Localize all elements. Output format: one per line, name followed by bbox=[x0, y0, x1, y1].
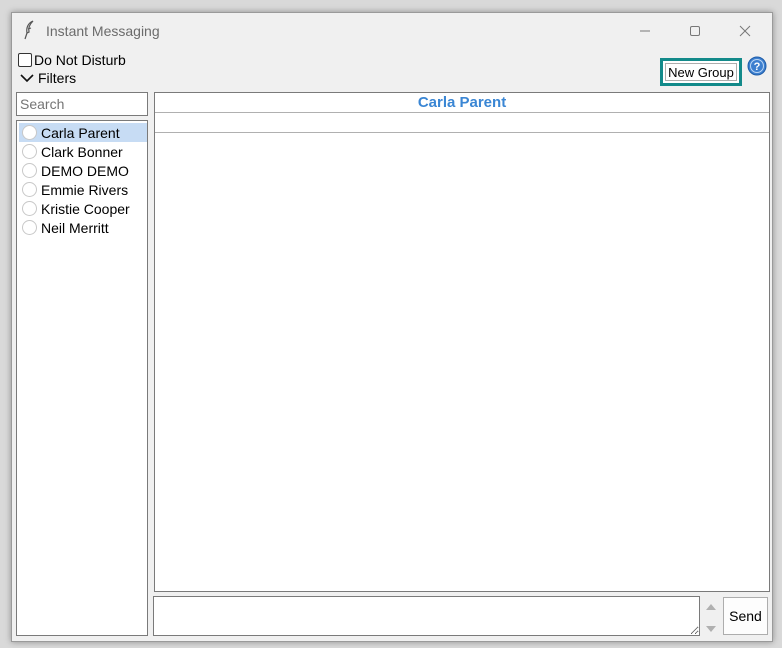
do-not-disturb-checkbox[interactable] bbox=[18, 53, 32, 67]
contact-item[interactable]: Neil Merritt bbox=[19, 218, 147, 237]
send-button[interactable]: Send bbox=[723, 597, 768, 635]
window-title: Instant Messaging bbox=[46, 23, 160, 39]
close-icon bbox=[739, 25, 751, 37]
new-group-button[interactable]: New Group bbox=[665, 63, 737, 81]
close-button[interactable] bbox=[720, 13, 770, 49]
status-icon bbox=[22, 182, 37, 197]
contact-item[interactable]: Clark Bonner bbox=[19, 142, 147, 161]
scroll-arrows[interactable] bbox=[702, 598, 720, 636]
filters-toggle[interactable]: Filters bbox=[20, 70, 76, 86]
app-feather-icon bbox=[24, 20, 34, 40]
maximize-icon bbox=[690, 26, 700, 36]
do-not-disturb-toggle[interactable]: Do Not Disturb bbox=[18, 52, 126, 68]
divider bbox=[155, 112, 769, 113]
chevron-down-icon bbox=[20, 74, 34, 83]
help-icon[interactable]: ? bbox=[747, 56, 767, 76]
scroll-down-icon bbox=[706, 626, 716, 632]
contact-name: Neil Merritt bbox=[41, 219, 109, 236]
status-icon bbox=[22, 125, 37, 140]
title-bar: Instant Messaging bbox=[12, 13, 772, 49]
contact-item[interactable]: Carla Parent bbox=[19, 123, 147, 142]
status-icon bbox=[22, 201, 37, 216]
contact-name: Kristie Cooper bbox=[41, 200, 130, 217]
divider bbox=[155, 132, 769, 133]
instant-messaging-window: Instant Messaging Do Not Disturb Filters… bbox=[11, 12, 773, 642]
maximize-button[interactable] bbox=[670, 13, 720, 49]
do-not-disturb-label: Do Not Disturb bbox=[34, 52, 126, 68]
contact-name: DEMO DEMO bbox=[41, 162, 129, 179]
contact-name: Emmie Rivers bbox=[41, 181, 129, 198]
contact-item[interactable]: Kristie Cooper bbox=[19, 199, 147, 218]
minimize-button[interactable] bbox=[620, 13, 670, 49]
contact-item[interactable]: DEMO DEMO bbox=[19, 161, 147, 180]
status-icon bbox=[22, 163, 37, 178]
chat-panel: Carla Parent bbox=[154, 92, 770, 592]
contact-name: Clark Bonner bbox=[41, 143, 123, 160]
svg-text:?: ? bbox=[754, 61, 761, 73]
contact-name: Carla Parent bbox=[41, 124, 120, 141]
status-icon bbox=[22, 220, 37, 235]
chat-recipient-title: Carla Parent bbox=[417, 94, 507, 111]
contact-list: Carla Parent Clark Bonner DEMO DEMO Emmi… bbox=[16, 120, 148, 636]
minimize-icon bbox=[640, 30, 650, 32]
search-input[interactable] bbox=[16, 92, 148, 116]
scroll-up-icon bbox=[706, 604, 716, 610]
message-input[interactable] bbox=[153, 596, 700, 636]
contact-item[interactable]: Emmie Rivers bbox=[19, 180, 147, 199]
new-group-highlight: New Group bbox=[660, 58, 742, 86]
filters-label: Filters bbox=[38, 70, 77, 86]
status-icon bbox=[22, 144, 37, 159]
